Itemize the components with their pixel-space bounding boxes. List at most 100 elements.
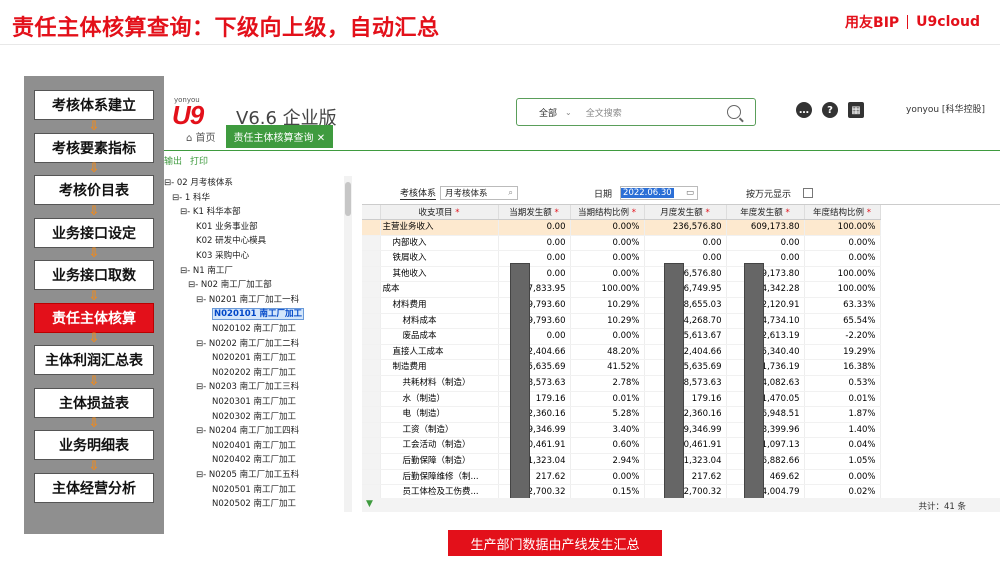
search-input[interactable]: 全文搜索 — [586, 106, 727, 119]
tree-node[interactable]: N020301 南工厂加工 — [212, 395, 296, 409]
down-arrow-icon: ⇩ — [88, 416, 100, 432]
tree-node[interactable]: N020101 南工厂加工 — [212, 307, 305, 321]
tree-node[interactable]: ⊟- N0203 南工厂加工三科 — [196, 380, 299, 394]
col-year-ratio[interactable]: 年度结构比例 * — [804, 205, 881, 221]
tab-responsibility-query[interactable]: 责任主体核算查询 ✕ — [225, 125, 334, 148]
tree-node[interactable]: ⊟- N0204 南工厂加工四科 — [196, 424, 299, 438]
tree-node[interactable]: N020201 南工厂加工 — [212, 351, 296, 365]
row-header[interactable] — [362, 344, 381, 361]
step-8[interactable]: 业务明细表 — [34, 430, 154, 460]
table-cell: 100.00% — [570, 281, 645, 299]
calendar-picker-icon[interactable]: ▭ — [686, 188, 694, 198]
org-tree[interactable]: ⊟- 02 月考核体系 ⊟- 1 科华 ⊟- K1 科华本部 K01 业务事业部 K02… — [164, 176, 352, 512]
table-row[interactable]: 后勤保障维修（制... 217.62 0.00% 217.62 469.62 0.00% — [362, 469, 881, 486]
table-row[interactable]: 其他收入 0.00 0.00% 36,576.80 09,173.80 100.00% — [362, 266, 881, 283]
chevron-down-icon[interactable]: ⌄ — [565, 108, 572, 117]
row-header[interactable] — [362, 313, 381, 330]
table-row[interactable]: 后勤保障（制造） 51,323.04 2.94% 51,323.04 66,882.66… — [362, 453, 881, 470]
row-header[interactable] — [362, 469, 381, 486]
table-row[interactable]: 制造费用 35,635.69 41.52% 25,635.69 81,736.19 16.… — [362, 359, 881, 377]
row-header[interactable] — [362, 250, 381, 267]
table-row[interactable]: 工会活动（制造） 10,461.91 0.60% 10,461.91 11,097.13… — [362, 437, 881, 454]
col-current[interactable]: 当期发生额 * — [498, 205, 571, 221]
tree-node[interactable]: ⊟- K1 科华本部 — [180, 205, 241, 219]
tree-node[interactable]: N020401 南工厂加工 — [212, 439, 296, 453]
tree-node[interactable]: ⊟- N0201 南工厂加工一科 — [196, 293, 299, 307]
tree-node[interactable]: N020402 南工厂加工 — [212, 453, 296, 467]
system-field[interactable]: 月考核体系 ⌕ — [440, 186, 519, 200]
tree-node[interactable]: ⊟- N02 南工厂加工部 — [188, 278, 272, 292]
user-menu[interactable]: yonyou [科华控股] — [906, 102, 985, 115]
filter-icon[interactable]: ▼ — [366, 499, 373, 509]
table-row[interactable]: 电（制造） 92,360.16 5.28% 92,360.16 76,948.51 1.8… — [362, 406, 881, 423]
tree-scrollbar[interactable] — [344, 176, 352, 512]
row-header[interactable] — [362, 391, 381, 408]
print-button[interactable]: 打印 — [190, 150, 208, 167]
global-search[interactable]: 全部 ⌄ 全文搜索 — [516, 98, 756, 126]
row-header[interactable] — [362, 453, 381, 470]
table-cell: 34,082.63 — [726, 375, 805, 392]
table-row[interactable]: 工资（制造） 59,346.99 3.40% 59,346.99 58,399.96 1.… — [362, 422, 881, 439]
tree-node[interactable]: ⊟- 02 月考核体系 — [164, 176, 233, 190]
lookup-icon[interactable]: ⌕ — [508, 188, 513, 198]
col-item[interactable]: 收支项目 * — [380, 205, 499, 221]
step-3[interactable]: 业务接口设定 — [34, 217, 154, 248]
row-header[interactable] — [362, 266, 381, 283]
step-6[interactable]: 主体利润汇总表 — [34, 345, 154, 375]
tree-node[interactable]: N020501 南工厂加工 — [212, 483, 296, 497]
step-0[interactable]: 考核体系建立 — [34, 90, 154, 120]
step-1[interactable]: 考核要素指标 — [34, 132, 154, 163]
row-header[interactable] — [362, 219, 381, 236]
tree-node[interactable]: N020502 南工厂加工 — [212, 497, 296, 511]
row-header[interactable] — [362, 375, 381, 392]
col-month[interactable]: 月度发生额 * — [644, 205, 727, 221]
scroll-thumb[interactable] — [345, 182, 351, 216]
tree-node[interactable]: N020102 南工厂加工 — [212, 322, 296, 336]
step-7[interactable]: 主体损益表 — [34, 387, 154, 418]
table-row[interactable]: 材料成本 79,793.60 10.29% 44,268.70 34,734.10 65.… — [362, 313, 881, 330]
row-header[interactable] — [362, 235, 381, 252]
row-header[interactable] — [362, 437, 381, 454]
tree-node[interactable]: ⊟- N1 南工厂 — [180, 264, 233, 278]
tree-node[interactable]: ⊟- 1 科华 — [172, 191, 210, 205]
chat-icon[interactable]: … — [796, 102, 812, 118]
step-5[interactable]: 责任主体核算 — [34, 302, 154, 333]
tree-node[interactable]: N020202 南工厂加工 — [212, 366, 296, 380]
step-2[interactable]: 考核价目表 — [34, 175, 154, 205]
filter-bar: 考核体系 月考核体系 ⌕ 日期 2022.06.30 ▭ 按万元显示 — [400, 186, 814, 200]
result-grid[interactable]: 收支项目 * 当期发生额 * 当期结构比例 * 月度发生额 * 年度发生额 * … — [362, 204, 1000, 500]
search-scope-select[interactable]: 全部 — [517, 106, 565, 119]
tree-node[interactable]: ⊟- N0202 南工厂加工二科 — [196, 337, 299, 351]
step-9[interactable]: 主体经营分析 — [34, 472, 154, 503]
tree-node[interactable]: N020302 南工厂加工 — [212, 410, 296, 424]
row-header[interactable] — [362, 359, 381, 377]
row-header[interactable] — [362, 297, 381, 314]
calendar-icon[interactable]: ▦ — [848, 102, 864, 118]
table-row[interactable]: 共耗材料（制造） 48,573.63 2.78% 48,573.63 34,082.63… — [362, 375, 881, 392]
tree-node[interactable]: K03 采购中心 — [196, 249, 249, 263]
tree-node[interactable]: K01 业务事业部 — [196, 220, 258, 234]
row-header[interactable] — [362, 281, 381, 299]
row-header[interactable] — [362, 406, 381, 423]
col-current-ratio[interactable]: 当期结构比例 * — [570, 205, 645, 221]
table-row[interactable]: 成本 7,833.95 100.00% 76,749.95 34,342.28 100.0… — [362, 281, 881, 299]
tree-node[interactable]: K02 研发中心模具 — [196, 234, 266, 248]
table-row[interactable]: 水（制造） 179.16 0.01% 179.16 1,470.05 0.01% — [362, 391, 881, 408]
row-header[interactable] — [362, 328, 381, 345]
export-button[interactable]: 输出 — [164, 150, 182, 167]
table-row[interactable]: 主营业务收入 0.00 0.00% 236,576.80 609,173.80 100.0… — [362, 219, 881, 236]
row-header[interactable] — [362, 422, 381, 439]
help-icon[interactable]: ? — [822, 102, 838, 118]
tree-node[interactable]: ⊟- N0205 南工厂加工五科 — [196, 468, 299, 482]
tab-home[interactable]: ⌂ 首页 — [164, 129, 226, 148]
table-row[interactable]: 铁屑收入 0.00 0.00% 0.00 0.00 0.00% — [362, 250, 881, 267]
col-year[interactable]: 年度发生额 * — [726, 205, 805, 221]
search-icon[interactable] — [727, 105, 741, 119]
table-row[interactable]: 材料费用 79,793.60 10.29% 68,655.03 72,120.91 63.… — [362, 297, 881, 314]
table-row[interactable]: 废品成本 0.00 0.00% 75,613.67 62,613.19 -2.20% — [362, 328, 881, 345]
table-row[interactable]: 内部收入 0.00 0.00% 0.00 0.00 0.00% — [362, 235, 881, 252]
wan-checkbox[interactable] — [803, 188, 814, 198]
step-4[interactable]: 业务接口取数 — [34, 260, 154, 290]
table-row[interactable]: 直接人工成本 2,404.66 48.20% 42,404.66 25,340.40 19… — [362, 344, 881, 361]
date-field[interactable]: 2022.06.30 ▭ — [620, 186, 699, 200]
